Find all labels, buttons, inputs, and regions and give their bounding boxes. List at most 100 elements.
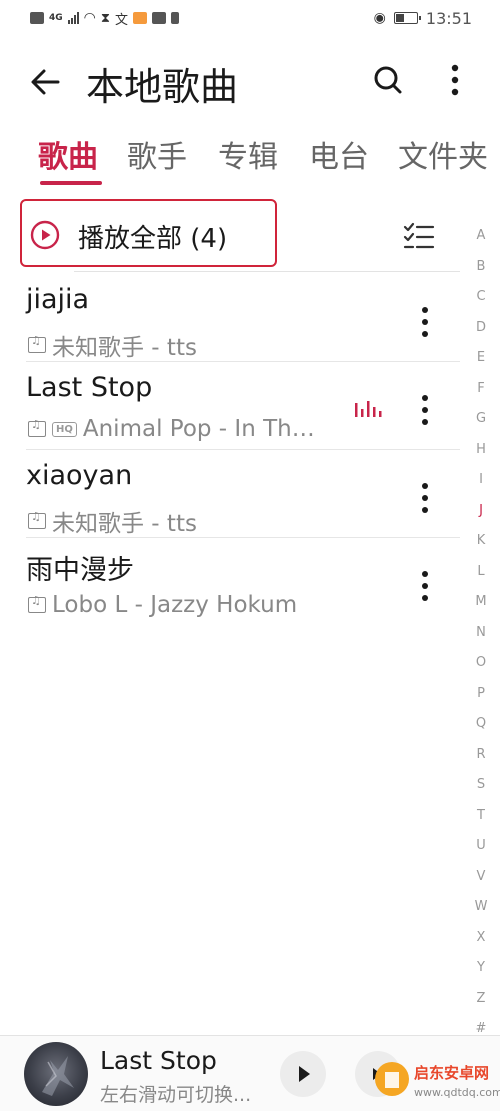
back-arrow-icon xyxy=(31,69,60,95)
app-notification-icon xyxy=(133,12,148,24)
alphabet-index-letter[interactable]: B xyxy=(468,252,494,283)
alphabet-index-letter[interactable]: D xyxy=(468,313,494,344)
play-all-text: 播放全部 xyxy=(78,224,183,254)
checklist-icon xyxy=(403,222,435,249)
player-hint: 左右滑动可切换... xyxy=(100,1084,252,1106)
album-art[interactable] xyxy=(24,1042,88,1106)
status-time: 13:51 xyxy=(425,8,472,28)
watermark-brand: 启东安卓网 xyxy=(414,1064,489,1082)
song-item[interactable]: xiaoyan 未知歌手 - tts xyxy=(0,450,460,538)
play-all-label: 播放全部 (4) xyxy=(78,218,227,255)
local-file-icon xyxy=(28,334,46,353)
hourglass-icon: ⧗ xyxy=(100,10,111,26)
status-right: ◉ 13:51 xyxy=(374,9,472,28)
alphabet-index-letter[interactable]: Y xyxy=(468,953,494,984)
wifi-icon: ◠ xyxy=(83,10,96,26)
alphabet-index-letter[interactable]: J xyxy=(468,496,494,527)
alphabet-index-letter[interactable]: S xyxy=(468,770,494,801)
more-options-button[interactable] xyxy=(440,60,470,100)
song-more-button[interactable] xyxy=(410,302,440,342)
watermark-url: www.qdtdq.com xyxy=(414,1086,500,1099)
alphabet-index-letter[interactable]: X xyxy=(468,923,494,954)
alphabet-index-letter[interactable]: M xyxy=(468,587,494,618)
alphabet-index-letter[interactable]: Z xyxy=(468,984,494,1015)
alphabet-index-letter[interactable]: V xyxy=(468,862,494,893)
tab-albums[interactable]: 专辑 xyxy=(218,132,278,176)
status-bar: 4G ◠ ⧗ 文 ◉ 13:51 xyxy=(0,0,500,36)
song-subtitle: Animal Pop - In Th… xyxy=(82,416,315,442)
alphabet-index[interactable]: A B C D E F G H I J K L M N O P Q R S T U V W X Y Z # xyxy=(468,221,494,1045)
song-more-button[interactable] xyxy=(410,566,440,606)
status-left: 4G ◠ ⧗ 文 xyxy=(30,9,180,28)
tab-bar: 歌曲 歌手 专辑 电台 文件夹 xyxy=(0,132,500,188)
alphabet-index-letter[interactable]: F xyxy=(468,374,494,405)
search-icon xyxy=(374,66,402,94)
tab-folders[interactable]: 文件夹 xyxy=(398,132,488,176)
play-all-count: (4) xyxy=(190,224,228,254)
tab-artists[interactable]: 歌手 xyxy=(127,132,187,176)
local-file-icon xyxy=(28,510,46,529)
song-title: Last Stop xyxy=(26,372,153,403)
watermark-logo: 启东安卓网 www.qdtdq.com xyxy=(375,1062,500,1099)
player-song-title: Last Stop xyxy=(100,1046,217,1075)
play-all-button[interactable]: 播放全部 (4) xyxy=(20,199,277,267)
divider xyxy=(74,271,460,272)
local-file-icon xyxy=(28,418,46,437)
alphabet-index-letter[interactable]: P xyxy=(468,679,494,710)
album-art-image xyxy=(42,1056,74,1096)
multi-select-button[interactable] xyxy=(402,219,436,253)
play-button[interactable] xyxy=(280,1051,326,1097)
song-title: xiaoyan xyxy=(26,460,133,491)
hd-icon xyxy=(30,12,44,24)
message-icon xyxy=(152,12,167,24)
song-item[interactable]: 雨中漫步 Lobo L - Jazzy Hokum xyxy=(0,538,460,626)
alphabet-index-letter[interactable]: O xyxy=(468,648,494,679)
song-subtitle-row: 未知歌手 - tts xyxy=(28,504,197,538)
play-icon xyxy=(299,1066,310,1082)
watermark: 启东安卓网 www.qdtdq.com xyxy=(372,1050,500,1108)
song-subtitle-row: Lobo L - Jazzy Hokum xyxy=(28,592,297,618)
battery-icon xyxy=(393,12,421,24)
back-button[interactable] xyxy=(26,62,66,102)
song-title: jiajia xyxy=(26,284,90,315)
alphabet-index-letter[interactable]: Q xyxy=(468,709,494,740)
alphabet-index-letter[interactable]: L xyxy=(468,557,494,588)
alphabet-index-letter[interactable]: H xyxy=(468,435,494,466)
song-item[interactable]: Last Stop HQ Animal Pop - In Th… xyxy=(0,362,460,450)
more-vertical-icon xyxy=(451,64,459,96)
alphabet-index-letter[interactable]: U xyxy=(468,831,494,862)
alphabet-index-letter[interactable]: R xyxy=(468,740,494,771)
song-title: 雨中漫步 xyxy=(26,555,134,586)
search-button[interactable] xyxy=(368,60,408,100)
alphabet-index-letter[interactable]: E xyxy=(468,343,494,374)
hq-badge: HQ xyxy=(52,421,77,437)
active-tab-indicator xyxy=(40,181,102,185)
page-title: 本地歌曲 xyxy=(86,65,239,109)
alphabet-index-letter[interactable]: G xyxy=(468,404,494,435)
song-more-button[interactable] xyxy=(410,390,440,430)
song-more-button[interactable] xyxy=(410,478,440,518)
alphabet-index-letter[interactable]: N xyxy=(468,618,494,649)
song-subtitle: 未知歌手 - tts xyxy=(52,335,197,361)
network-type: 4G xyxy=(49,13,63,23)
alphabet-index-letter[interactable]: I xyxy=(468,465,494,496)
now-playing-equalizer-icon xyxy=(355,401,382,417)
song-item[interactable]: jiajia 未知歌手 - tts xyxy=(0,274,460,362)
eye-comfort-icon: ◉ xyxy=(373,10,386,26)
alphabet-index-letter[interactable]: K xyxy=(468,526,494,557)
alphabet-index-letter[interactable]: T xyxy=(468,801,494,832)
alphabet-index-letter[interactable]: W xyxy=(468,892,494,923)
alphabet-index-letter[interactable]: C xyxy=(468,282,494,313)
play-circle-icon xyxy=(30,220,60,250)
alert-icon xyxy=(171,12,180,24)
song-subtitle: Lobo L - Jazzy Hokum xyxy=(52,592,298,618)
tab-songs[interactable]: 歌曲 xyxy=(38,132,98,176)
song-subtitle-row: HQ Animal Pop - In Th… xyxy=(28,416,315,442)
signal-icon xyxy=(67,12,79,24)
tab-radio[interactable]: 电台 xyxy=(309,132,369,176)
local-file-icon xyxy=(28,594,46,613)
notification-icon: 文 xyxy=(115,12,129,28)
alphabet-index-letter[interactable]: A xyxy=(468,221,494,252)
header: 本地歌曲 xyxy=(0,48,500,114)
song-subtitle: 未知歌手 - tts xyxy=(52,511,197,537)
